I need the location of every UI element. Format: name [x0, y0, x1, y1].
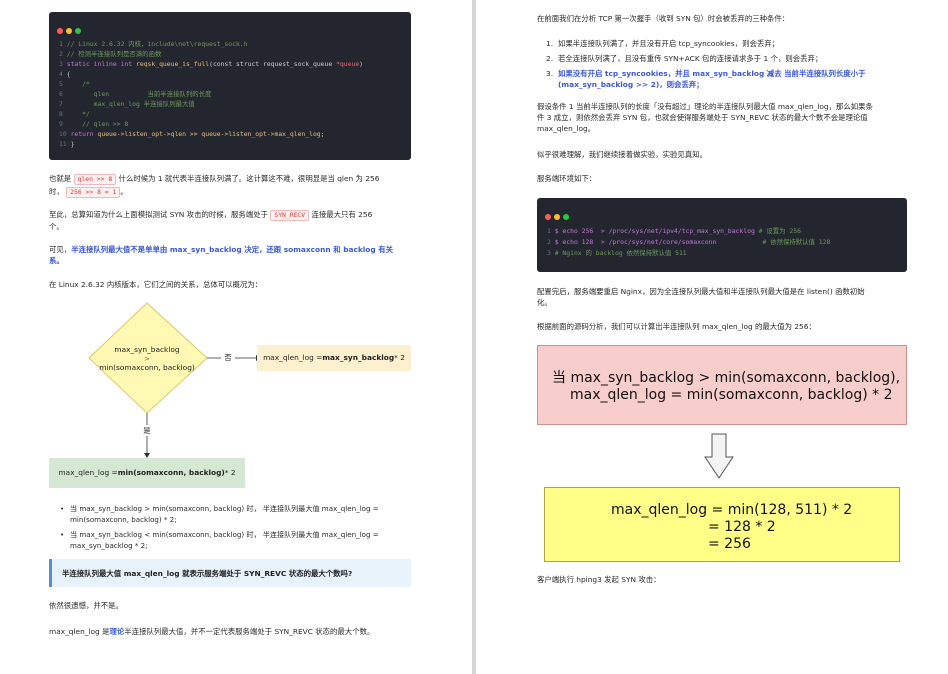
no-label: 否	[224, 352, 232, 362]
paragraph-syn-recv: 至此，总算知道为什么上面模拟测试 SYN 攻击的时候，服务端处于 SYN_REC…	[49, 210, 373, 231]
code-line: 9 // qlen >> 8	[59, 120, 129, 128]
code-line: 10 return queue->listen_opt->qlen >> que…	[59, 130, 325, 138]
code-line: 3 # Nginx 的 backlog 依然保持默认值 511	[547, 249, 687, 257]
paragraph-server-env: 服务端环境如下：	[537, 174, 597, 183]
paragraph-answer: 依然很遗憾，并不是。	[49, 601, 123, 610]
list-item: 3. 如果没有开启 tcp_syncookies，并且 max_syn_backl…	[546, 69, 866, 89]
code-line: 6 qlen 当前半连接队列的长度	[59, 90, 212, 98]
code-block-server-config: 1 $ echo 256 > /proc/sys/net/ipv4/tcp_ma…	[537, 198, 907, 272]
code-line: 3 static inline int reqsk_queue_is_full(…	[59, 60, 364, 68]
down-arrow-icon	[704, 433, 734, 479]
window-dots	[57, 19, 84, 38]
code-line: 11 }	[59, 140, 75, 148]
paragraph-qlen: 也就是 qlen >> 8 什么时候为 1 就代表半连接队列满了。这计算这不难，…	[49, 174, 380, 198]
close-dot-icon	[545, 214, 551, 220]
question-callout: 半连接队列最大值 max_qlen_log 就表示服务端处于 SYN_REVC …	[49, 559, 411, 587]
result-box-max-syn-backlog: max_qlen_log = max_syn_backlog * 2	[257, 345, 411, 371]
yes-label: 是	[143, 425, 151, 435]
paragraph-restart-nginx: 配置完后，服务端要重启 Nginx，因为全连接队列最大值和半连接队列最大值是在 …	[537, 287, 865, 307]
code-line: 2 // 检测半连接队列是否满的函数	[59, 50, 162, 58]
result-box-min-somaxconn: max_qlen_log = min(somaxconn, backlog) *…	[49, 458, 245, 488]
diamond-text: max_syn_backlog > min(somaxconn, backlog…	[99, 345, 195, 372]
code-line: 2 $ echo 128 > /proc/sys/net/core/somaxc…	[547, 238, 831, 246]
maximize-dot-icon	[563, 214, 569, 220]
minimize-dot-icon	[66, 28, 72, 34]
paragraph-calc-intro: 根据前面的源码分析，我们可以计算出半连接队列 max_qlen_log 的最大值…	[537, 322, 816, 331]
close-dot-icon	[57, 28, 63, 34]
minimize-dot-icon	[554, 214, 560, 220]
right-page: 在前面我们在分析 TCP 第一次握手（收到 SYN 包）时会被丢弃的三种条件： …	[476, 0, 948, 674]
list-item: 1. 如果半连接队列满了，并且没有开启 tcp_syncookies，则会丢弃；	[546, 39, 780, 48]
code-line: 7 max_qlen_log 半连接队列最大值	[59, 100, 195, 108]
list-item: 2. 若全连接队列满了，且没有重传 SYN+ACK 包的连接请求多于 1 个，则会…	[546, 54, 823, 63]
code-line: 1 // Linux 2.6.32 内核，include\net\request…	[59, 40, 248, 48]
list-item: 当 max_syn_backlog < min(somaxconn, backl…	[60, 529, 410, 551]
maximize-dot-icon	[75, 28, 81, 34]
formula-box-result: max_qlen_log = min(128, 511) * 2 = 128 *…	[544, 487, 900, 562]
left-page: 1 // Linux 2.6.32 内核，include\net\request…	[0, 0, 472, 674]
paragraph-experiment: 似乎很难理解，我们继续接着做实验，实验见真知。	[537, 150, 707, 159]
relation-bullet-list: 当 max_syn_backlog > min(somaxconn, backl…	[60, 503, 410, 551]
paragraph-theory: max_qlen_log 是理论半连接队列最大值，并不一定代表服务端处于 SYN…	[49, 627, 375, 636]
code-line: 8 */	[59, 110, 90, 118]
paragraph-relation-intro: 在 Linux 2.6.32 内核版本，它们之间的关系，总体可以概况为：	[49, 280, 263, 289]
code-line: 5 /*	[59, 80, 90, 88]
drop-condition-list: 1. 如果半连接队列满了，并且没有开启 tcp_syncookies，则会丢弃； …	[546, 38, 906, 90]
paragraph-hping3: 客户端执行 hping3 发起 SYN 攻击：	[537, 575, 661, 584]
paragraph-assumption: 假设条件 1 当前半连接队列的长度「没有超过」理论的半连接队列最大值 max_q…	[537, 102, 873, 133]
list-item: 当 max_syn_backlog > min(somaxconn, backl…	[60, 503, 410, 525]
paragraph-drop-conditions: 在前面我们在分析 TCP 第一次握手（收到 SYN 包）时会被丢弃的三种条件：	[537, 14, 790, 23]
formula-box-condition: 当 max_syn_backlog > min(somaxconn, backl…	[537, 345, 907, 425]
code-line: 4 {	[59, 70, 71, 78]
window-dots	[545, 205, 572, 224]
code-line: 1 $ echo 256 > /proc/sys/net/ipv4/tcp_ma…	[547, 227, 801, 235]
flowchart: max_syn_backlog > min(somaxconn, backlog…	[49, 297, 411, 492]
code-block-request-sock: 1 // Linux 2.6.32 内核，include\net\request…	[49, 12, 411, 160]
paragraph-conclusion: 可见，半连接队列最大值不是单单由 max_syn_backlog 决定，还跟 s…	[49, 245, 394, 265]
